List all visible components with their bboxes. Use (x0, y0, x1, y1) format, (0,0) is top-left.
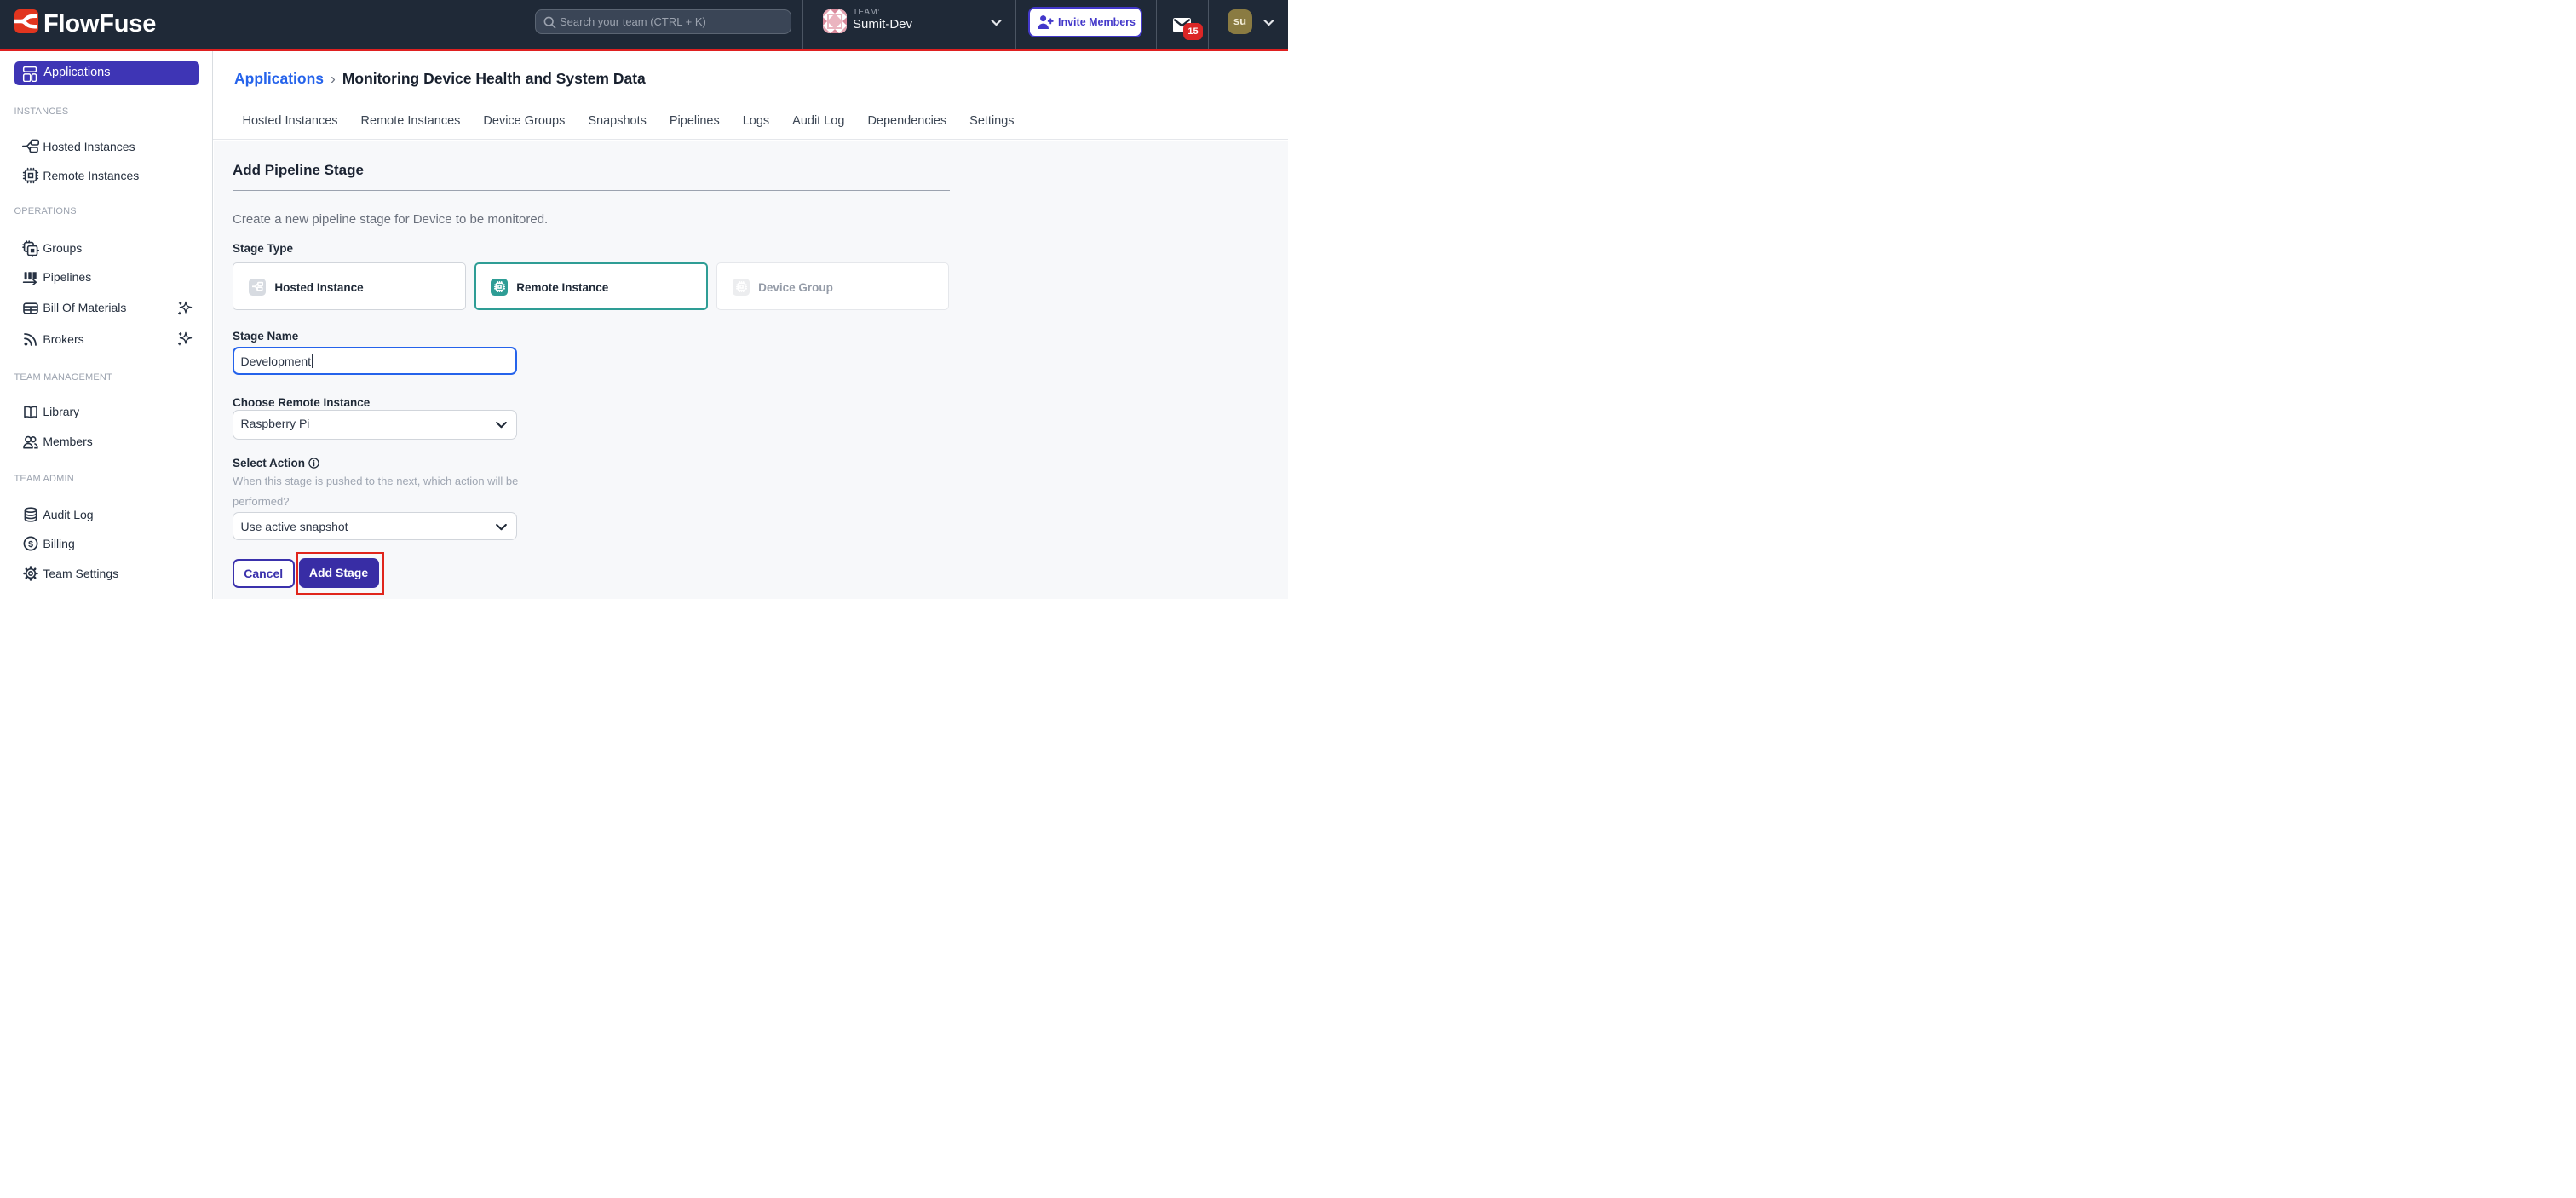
svg-text:$: $ (28, 539, 33, 550)
